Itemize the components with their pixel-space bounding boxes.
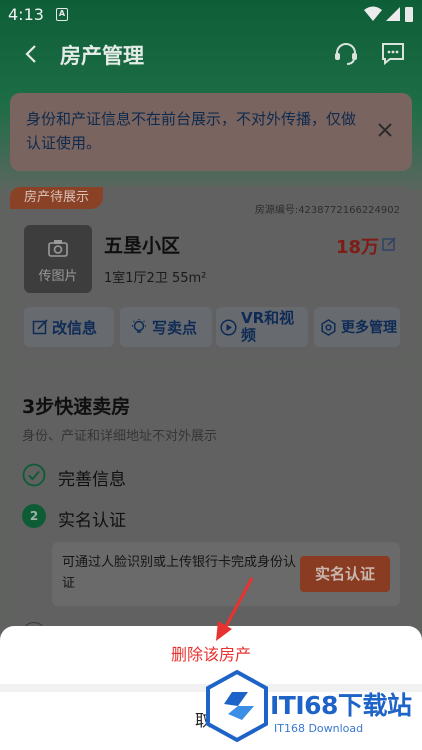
steps-subtitle: 身份、产证和详细地址不对外展示 [22, 429, 218, 444]
estate-name: 五垦小区 [104, 235, 181, 257]
upload-photo-button[interactable]: 传图片 [24, 225, 92, 293]
step-number: 2 [22, 504, 46, 528]
camera-icon [48, 240, 68, 257]
estate-info: 1室1厅2卫 55m² [104, 271, 207, 286]
vr-video-label: VR和视频 [241, 309, 295, 344]
step-label: 实名认证 [58, 511, 126, 531]
close-icon[interactable] [376, 121, 394, 139]
step-label: 完善信息 [58, 470, 126, 490]
notification-icon: A [56, 8, 68, 21]
message-icon[interactable] [380, 40, 406, 66]
battery-icon [405, 7, 413, 22]
status-badge: 房产待展示 [10, 187, 104, 209]
action-bar: 改信息 写卖点 VR和视频 更多管理 [24, 307, 400, 347]
edit-info-label: 改信息 [52, 318, 98, 337]
back-arrow-icon[interactable] [20, 42, 44, 66]
steps-title: 3步快速卖房 [22, 396, 131, 418]
wifi-icon [364, 6, 382, 21]
pointer-arrow-icon [216, 577, 254, 641]
bulb-icon [132, 319, 146, 333]
more-manage-button[interactable]: 更多管理 [314, 307, 400, 347]
watermark-title: ITI68下载站 [270, 691, 412, 720]
more-manage-label: 更多管理 [341, 320, 397, 336]
price: 18万 [336, 237, 380, 258]
watermark-subtitle: IT168 Download [274, 722, 364, 735]
verify-button[interactable]: 实名认证 [300, 556, 390, 592]
signal-icon [386, 7, 400, 21]
status-time: 4:13 [8, 5, 44, 24]
gear-icon [321, 318, 336, 336]
page-title: 房产管理 [60, 44, 144, 68]
verify-description: 可通过人脸识别或上传银行卡完成身份认证 [62, 555, 297, 591]
vr-video-button[interactable]: VR和视频 [216, 307, 308, 347]
photo-label: 传图片 [38, 269, 78, 284]
status-bar: 4:13 A [0, 0, 422, 30]
edit-icon [32, 319, 48, 335]
check-circle-icon [22, 463, 46, 487]
house-number: 房源编号:4238772166224902 [254, 205, 400, 216]
privacy-notice: 身份和产证信息不在前台展示，不对外传播，仅做认证使用。 [10, 93, 412, 171]
selling-points-label: 写卖点 [152, 318, 198, 337]
edit-info-button[interactable]: 改信息 [24, 307, 114, 347]
notice-text: 身份和产证信息不在前台展示，不对外传播，仅做认证使用。 [26, 110, 357, 152]
customer-service-icon[interactable] [332, 40, 360, 68]
selling-points-button[interactable]: 写卖点 [120, 307, 212, 347]
property-card[interactable]: 房产待展示 房源编号:4238772166224902 传图片 五垦小区 1室1… [10, 187, 412, 357]
play-icon [220, 318, 237, 336]
watermark-logo-icon [206, 669, 268, 743]
edit-price-icon[interactable] [382, 237, 396, 251]
app-bar: 房产管理 [0, 30, 422, 80]
